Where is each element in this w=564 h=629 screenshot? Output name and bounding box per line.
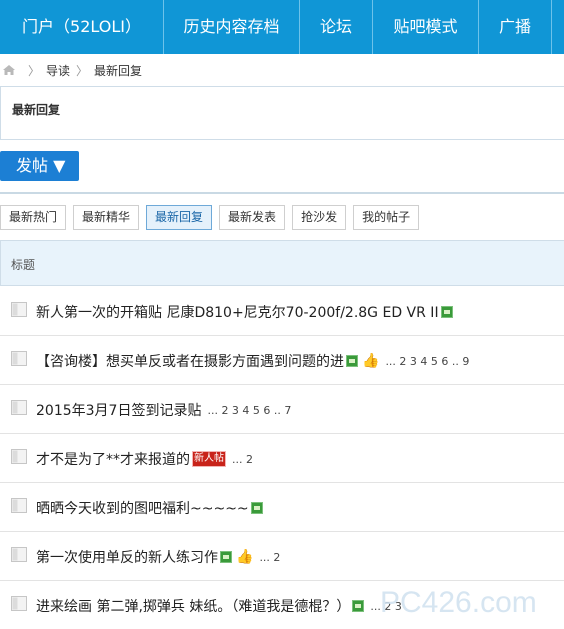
filter-tabs: 最新热门 最新精华 最新回复 最新发表 抢沙发 我的帖子 — [0, 205, 426, 230]
thread-document-icon — [11, 449, 27, 464]
thread-document-icon — [11, 351, 27, 366]
breadcrumb: 〉 导读 〉 最新回复 — [0, 57, 142, 83]
tab-digest[interactable]: 最新精华 — [73, 205, 140, 230]
thread-title-link[interactable]: 【咨询楼】想买单反或者在摄影方面遇到问题的进 — [36, 351, 344, 371]
thread-document-icon — [11, 596, 27, 611]
thread-title-line: 第一次使用单反的新人练习作 👍 ... 2 — [36, 547, 280, 567]
nav-item-forum[interactable]: 论坛 — [300, 0, 373, 54]
thread-title-link[interactable]: 新人第一次的开箱贴 尼康D810+尼克尔70-200f/2.8G ED VR I… — [36, 302, 439, 322]
chevron-right-icon: 〉 — [28, 63, 41, 78]
breadcrumb-item-guide[interactable]: 导读 — [46, 62, 70, 79]
top-nav: 门户（52LOLI） 历史内容存档 论坛 贴吧模式 广播 — [0, 0, 564, 54]
chevron-down-icon: ▼ — [53, 156, 66, 175]
thumbs-up-icon: 👍 — [362, 353, 380, 369]
new-thread-badge: 新人帖 — [192, 451, 226, 467]
tab-latest-reply[interactable]: 最新回复 — [146, 205, 213, 230]
page-links[interactable]: ... 2 3 — [370, 600, 401, 613]
tab-sofa[interactable]: 抢沙发 — [292, 205, 347, 230]
chevron-right-icon: 〉 — [76, 63, 89, 78]
page-header-box: 最新回复 — [0, 86, 564, 140]
nav-item-portal[interactable]: 门户（52LOLI） — [0, 0, 164, 54]
nav-item-archive[interactable]: 历史内容存档 — [164, 0, 300, 54]
thread-document-icon — [11, 498, 27, 513]
page-links[interactable]: ... 2 — [259, 551, 280, 564]
thread-title-link[interactable]: 第一次使用单反的新人练习作 — [36, 547, 218, 567]
thread-title-line: 新人第一次的开箱贴 尼康D810+尼克尔70-200f/2.8G ED VR I… — [36, 302, 453, 322]
thread-document-icon — [11, 400, 27, 415]
thread-document-icon — [11, 302, 27, 317]
page-title: 最新回复 — [12, 103, 61, 117]
thread-title-link[interactable]: 晒晒今天收到的图吧福利~~~~~ — [36, 498, 249, 518]
thread-title-line: 【咨询楼】想买单反或者在摄影方面遇到问题的进 👍 ... 2 3 4 5 6 .. … — [36, 351, 469, 371]
image-attachment-icon — [352, 600, 365, 612]
table-row[interactable]: 【咨询楼】想买单反或者在摄影方面遇到问题的进 👍 ... 2 3 4 5 6 .. … — [0, 336, 564, 385]
thread-title-line: 2015年3月7日签到记录贴 ... 2 3 4 5 6 .. 7 — [36, 400, 291, 420]
tab-hot[interactable]: 最新热门 — [0, 205, 67, 230]
column-title-header: 标题 — [11, 258, 36, 272]
page-links[interactable]: ... 2 3 4 5 6 .. 9 — [385, 355, 469, 368]
thread-title-line: 进来绘画 第二弹,掷弹兵 妹纸。（难道我是德棍？） ... 2 3 — [36, 596, 402, 616]
table-row[interactable]: 进来绘画 第二弹,掷弹兵 妹纸。（难道我是德棍？） ... 2 3 — [0, 581, 564, 629]
thread-title-link[interactable]: 2015年3月7日签到记录贴 — [36, 400, 201, 420]
thread-table: 标题 — [0, 240, 564, 286]
table-row[interactable]: 第一次使用单反的新人练习作 👍 ... 2 — [0, 532, 564, 581]
image-attachment-icon — [220, 551, 232, 563]
thread-document-icon — [11, 547, 27, 562]
thread-title-link[interactable]: 进来绘画 第二弹,掷弹兵 妹纸。（难道我是德棍？） — [36, 596, 350, 616]
divider — [0, 192, 564, 194]
page-links[interactable]: ... 2 — [232, 453, 253, 466]
tab-latest-post[interactable]: 最新发表 — [219, 205, 286, 230]
breadcrumb-item-latest-reply: 最新回复 — [94, 63, 143, 78]
table-row[interactable]: 2015年3月7日签到记录贴 ... 2 3 4 5 6 .. 7 — [0, 385, 564, 434]
table-header: 标题 — [0, 240, 564, 286]
nav-item-tieba-mode[interactable]: 贴吧模式 — [373, 0, 479, 54]
home-icon[interactable] — [2, 64, 16, 76]
page-links[interactable]: ... 2 3 4 5 6 .. 7 — [207, 404, 291, 417]
table-row[interactable]: 才不是为了**才来报道的 新人帖 ... 2 — [0, 434, 564, 483]
image-attachment-icon — [346, 355, 358, 367]
image-attachment-icon — [250, 502, 263, 514]
thumbs-up-icon: 👍 — [236, 549, 254, 565]
new-post-label: 发帖 — [16, 156, 49, 175]
new-post-button[interactable]: 发帖 ▼ — [0, 151, 79, 181]
nav-item-broadcast[interactable]: 广播 — [479, 0, 552, 54]
image-attachment-icon — [440, 306, 453, 318]
thread-title-line: 晒晒今天收到的图吧福利~~~~~ — [36, 498, 263, 518]
table-row[interactable]: 新人第一次的开箱贴 尼康D810+尼克尔70-200f/2.8G ED VR I… — [0, 287, 564, 336]
tab-my-posts[interactable]: 我的帖子 — [353, 205, 420, 230]
thread-title-link[interactable]: 才不是为了**才来报道的 — [36, 449, 190, 469]
thread-title-line: 才不是为了**才来报道的 新人帖 ... 2 — [36, 449, 253, 469]
table-row[interactable]: 晒晒今天收到的图吧福利~~~~~ — [0, 483, 564, 532]
